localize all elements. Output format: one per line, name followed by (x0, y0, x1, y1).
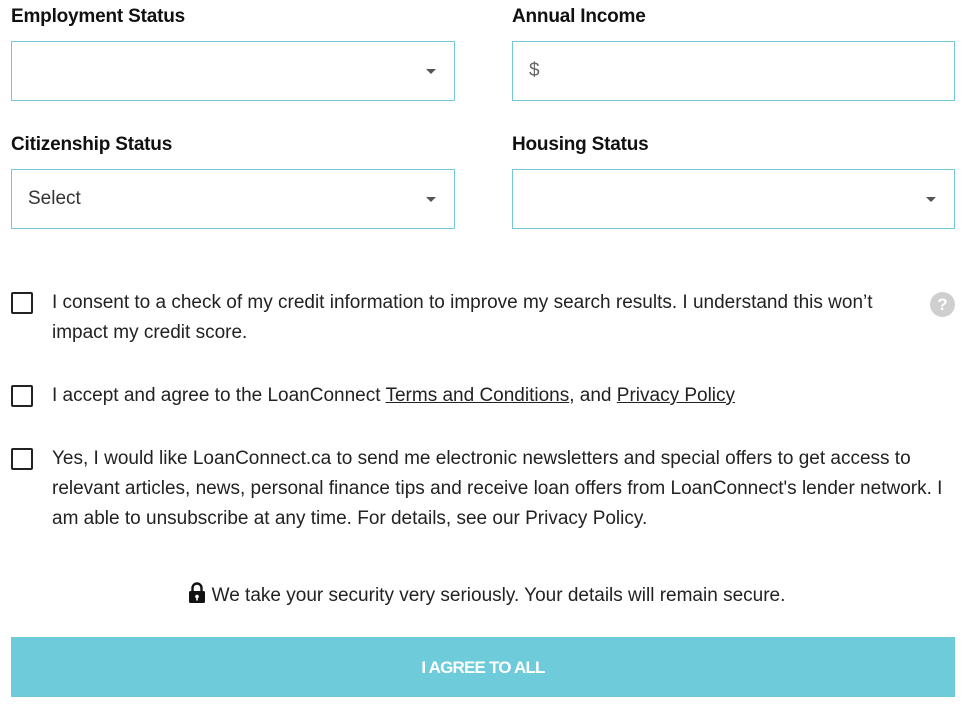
currency-prefix: $ (529, 60, 540, 81)
terms-consent-text: I accept and agree to the LoanConnect Te… (52, 381, 932, 411)
annual-income-input[interactable]: $ (512, 41, 955, 101)
terms-and-conditions-link[interactable]: Terms and Conditions (385, 385, 569, 406)
employment-status-label: Employment Status (11, 6, 185, 27)
chevron-down-icon (426, 69, 436, 74)
credit-check-checkbox[interactable] (11, 292, 33, 314)
privacy-policy-link[interactable]: Privacy Policy (617, 385, 735, 406)
agree-to-all-button[interactable]: I AGREE TO ALL (11, 637, 955, 697)
terms-middle: , and (569, 385, 617, 406)
housing-status-label: Housing Status (512, 134, 649, 155)
newsletter-consent-text: Yes, I would like LoanConnect.ca to send… (52, 448, 943, 529)
chevron-down-icon (926, 197, 936, 202)
housing-status-select[interactable] (512, 169, 955, 229)
security-note: We take your security very seriously. Yo… (0, 582, 973, 607)
employment-status-select[interactable] (11, 41, 455, 101)
help-icon[interactable]: ? (930, 292, 955, 317)
terms-checkbox[interactable] (11, 385, 33, 407)
newsletter-checkbox[interactable] (11, 448, 33, 470)
annual-income-label: Annual Income (512, 6, 646, 27)
citizenship-status-label: Citizenship Status (11, 134, 173, 155)
chevron-down-icon (426, 197, 436, 202)
terms-prefix: I accept and agree to the LoanConnect (52, 385, 386, 406)
citizenship-status-value: Select (28, 188, 81, 209)
security-text: We take your security very seriously. Yo… (211, 585, 786, 606)
credit-check-consent-text: I consent to a check of my credit inform… (52, 292, 873, 343)
lock-icon (188, 582, 205, 603)
citizenship-status-select[interactable]: Select (11, 169, 455, 229)
